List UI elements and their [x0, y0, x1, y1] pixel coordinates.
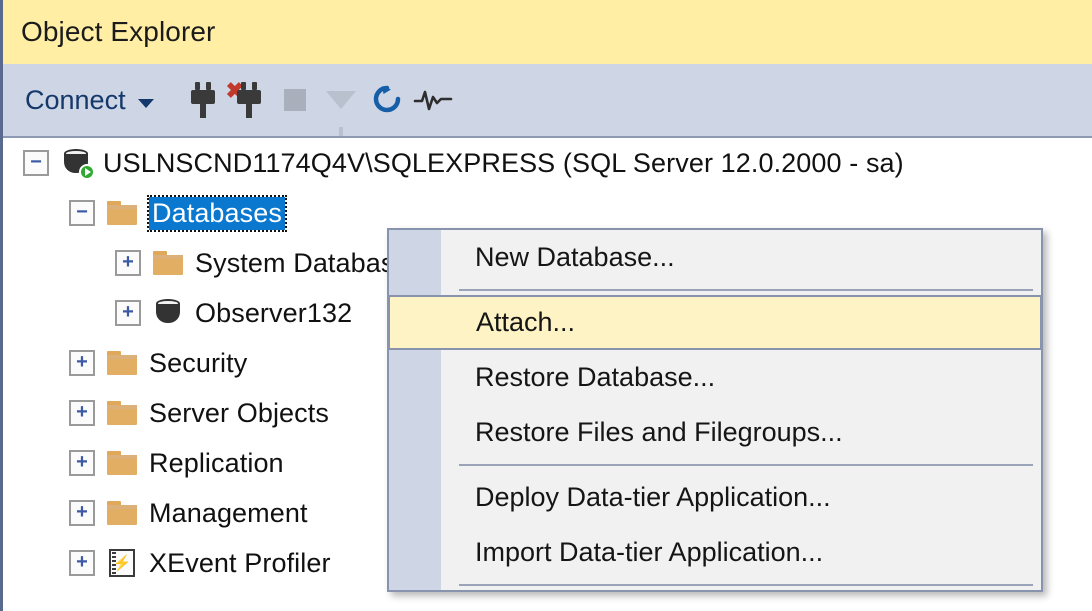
connect-icon — [190, 82, 216, 118]
databases-context-menu[interactable]: New Database... Attach... Restore Databa… — [387, 228, 1043, 592]
stop-button[interactable] — [272, 77, 318, 123]
activity-monitor-button[interactable] — [410, 77, 456, 123]
tree-node-server[interactable]: USLNSCND1174Q4V\SQLEXPRESS (SQL Server 1… — [3, 138, 1092, 188]
menu-item-label: Attach... — [476, 307, 576, 337]
filter-button[interactable] — [318, 77, 364, 140]
tree-node-label: Replication — [149, 447, 284, 478]
menu-item-import-data-tier-application[interactable]: Import Data-tier Application... — [389, 525, 1041, 580]
connect-dropdown-button[interactable]: Connect — [19, 83, 160, 118]
expander-toggle[interactable] — [115, 300, 141, 326]
menu-item-new-database[interactable]: New Database... — [389, 230, 1041, 285]
connect-label: Connect — [25, 84, 126, 115]
menu-item-restore-files-and-filegroups[interactable]: Restore Files and Filegroups... — [389, 405, 1041, 460]
menu-item-label: Restore Files and Filegroups... — [475, 417, 843, 447]
expander-toggle[interactable] — [69, 200, 95, 226]
menu-item-deploy-data-tier-application[interactable]: Deploy Data-tier Application... — [389, 470, 1041, 525]
expander-toggle[interactable] — [115, 250, 141, 276]
tree-node-label: Observer132 — [195, 297, 353, 328]
folder-icon — [105, 496, 139, 530]
tree-node-label: Management — [149, 497, 308, 528]
object-explorer-panel: Object Explorer Connect ✖ − USLNSCND1174… — [0, 0, 1092, 611]
folder-icon — [105, 446, 139, 480]
menu-item-label: Import Data-tier Application... — [475, 537, 824, 567]
expander-toggle[interactable] — [69, 450, 95, 476]
stop-icon — [283, 89, 306, 111]
expander-toggle[interactable] — [69, 350, 95, 376]
tree-node-label: USLNSCND1174Q4V\SQLEXPRESS (SQL Server 1… — [103, 147, 904, 178]
folder-icon — [105, 346, 139, 380]
xevent-icon: ⚡ — [105, 546, 139, 580]
chevron-down-icon — [137, 98, 154, 108]
connect-button[interactable] — [180, 77, 226, 123]
tree-node-label: XEvent Profiler — [149, 547, 331, 578]
menu-separator — [389, 460, 1041, 470]
disconnect-icon: ✖ — [226, 80, 262, 118]
menu-item-label: Deploy Data-tier Application... — [475, 482, 831, 512]
menu-item-restore-database[interactable]: Restore Database... — [389, 350, 1041, 405]
filter-icon — [325, 91, 356, 140]
tree-node-label: Security — [149, 347, 248, 378]
expander-toggle[interactable] — [69, 550, 95, 576]
disconnect-button[interactable]: ✖ — [226, 77, 272, 123]
folder-icon — [151, 246, 185, 280]
tree-node-label: Databases — [147, 194, 287, 232]
page-title: Object Explorer — [21, 16, 216, 47]
server-icon — [59, 146, 95, 180]
menu-separator — [389, 285, 1041, 295]
expander-toggle[interactable] — [69, 400, 95, 426]
expander-toggle[interactable] — [23, 150, 49, 176]
activity-monitor-icon — [413, 90, 452, 111]
object-explorer-toolbar: Connect ✖ — [3, 64, 1092, 140]
refresh-button[interactable] — [364, 77, 410, 123]
refresh-icon — [373, 85, 400, 113]
menu-item-label: New Database... — [475, 242, 675, 272]
menu-item-label: Restore Database... — [475, 362, 716, 392]
menu-separator — [389, 580, 1041, 590]
panel-titlebar: Object Explorer — [3, 0, 1092, 64]
tree-node-label: Server Objects — [149, 397, 329, 428]
database-icon — [151, 296, 185, 330]
menu-item-attach[interactable]: Attach... — [389, 295, 1041, 350]
folder-icon — [105, 396, 139, 430]
expander-toggle[interactable] — [69, 500, 95, 526]
folder-icon — [105, 196, 139, 230]
